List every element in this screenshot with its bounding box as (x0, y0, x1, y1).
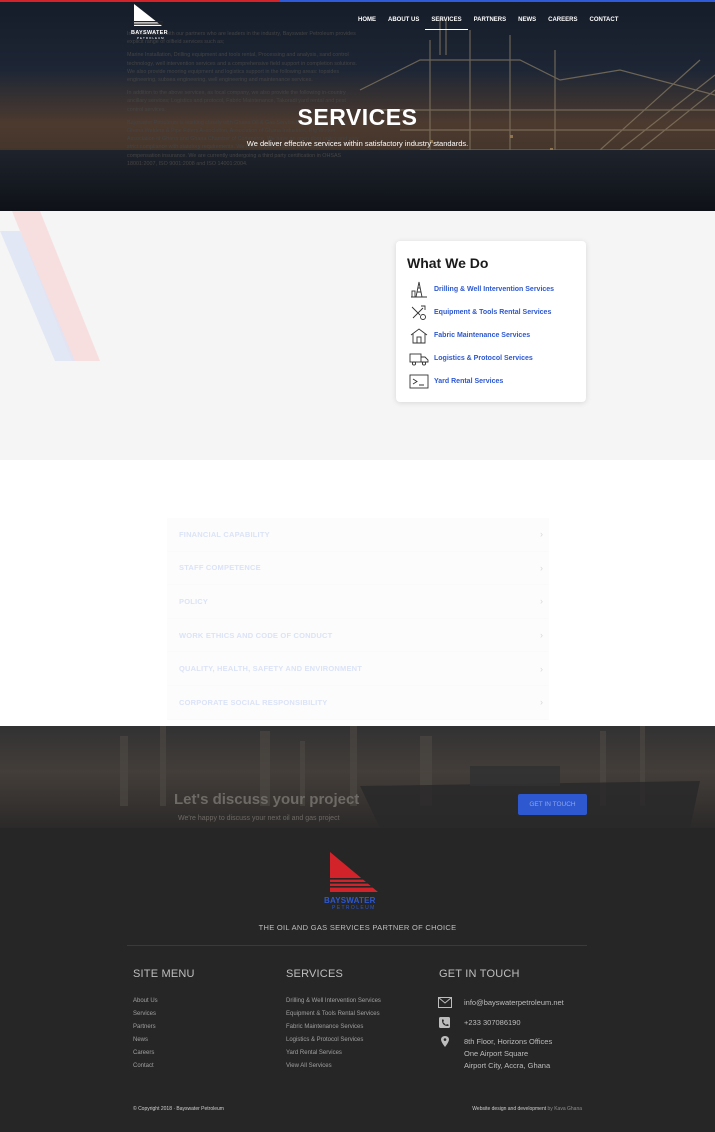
footer-logo[interactable]: BAYSWATER PETROLEUM (324, 852, 382, 912)
intro-paragraph: Marine Installation, Drilling equipment … (127, 52, 358, 84)
logo-subtitle: PETROLEUM (137, 36, 165, 40)
main-navigation: HOME ABOUT US SERVICES PARTNERS NEWS CAR… (352, 15, 624, 30)
accordion-item-financial[interactable]: FINANCIAL CAPABILITY › (167, 518, 549, 552)
sail-logo-icon (328, 852, 380, 892)
page-subtitle: We deliver effective services within sat… (246, 139, 469, 148)
nav-contact[interactable]: CONTACT (583, 15, 624, 30)
values-accordion: FINANCIAL CAPABILITY › STAFF COMPETENCE … (167, 518, 549, 720)
service-link-yard[interactable]: Yard Rental Services (409, 370, 554, 393)
what-we-do-title: What We Do (407, 255, 489, 271)
page-title: SERVICES (297, 104, 418, 130)
copyright-text: © Copyright 2018 · Bayswater Petroleum (133, 1106, 224, 1112)
service-link-equipment[interactable]: Equipment & Tools Rental Services (409, 301, 554, 324)
chevron-right-icon: › (540, 630, 543, 641)
yard-icon (409, 374, 429, 389)
nav-about-us[interactable]: ABOUT US (382, 15, 425, 30)
house-icon (410, 328, 428, 344)
footer-link-news[interactable]: News (133, 1037, 148, 1043)
drilling-rig-icon (411, 281, 427, 298)
map-pin-icon (441, 1036, 449, 1047)
accordion-item-qhse[interactable]: QUALITY, HEALTH, SAFETY AND ENVIRONMENT … (167, 652, 549, 686)
accordion-item-csr[interactable]: CORPORATE SOCIAL RESPONSIBILITY › (167, 685, 549, 720)
footer-service-link[interactable]: Yard Rental Services (286, 1050, 342, 1056)
accordion-item-staff[interactable]: STAFF COMPETENCE › (167, 551, 549, 586)
intro-text: In collaboration with our partners who a… (127, 30, 359, 173)
site-logo[interactable]: BAYSWATER PETROLEUM (131, 4, 168, 40)
footer-service-link[interactable]: Drilling & Well Intervention Services (286, 998, 381, 1004)
chevron-right-icon: › (540, 663, 543, 674)
cta-title: Let's discuss your project (174, 791, 360, 808)
design-credit: Website design and development by Kava G… (472, 1106, 582, 1112)
decorative-stripes (0, 211, 100, 361)
contact-phone[interactable]: +233 307086190 (438, 1017, 521, 1029)
nav-home[interactable]: HOME (352, 15, 382, 30)
services-heading: SERVICES (286, 968, 344, 980)
footer-service-link[interactable]: Fabric Maintenance Services (286, 1024, 363, 1030)
contact-email[interactable]: info@bayswaterpetroleum.net (438, 997, 564, 1009)
accordion-item-ethics[interactable]: WORK ETHICS AND CODE OF CONDUCT › (167, 618, 549, 653)
chevron-right-icon: › (540, 529, 543, 540)
footer-divider (127, 945, 587, 946)
top-color-strip (0, 0, 715, 2)
what-we-do-card: What We Do Drilling & Well Intervention … (396, 241, 586, 402)
intro-section (0, 211, 715, 460)
cta-banner: Let's discuss your project We're happy t… (0, 726, 715, 828)
nav-careers[interactable]: CAREERS (542, 15, 583, 30)
service-link-drilling[interactable]: Drilling & Well Intervention Services (409, 278, 554, 301)
footer-link-about[interactable]: About Us (133, 998, 158, 1004)
accordion-item-policy[interactable]: POLICY › (167, 585, 549, 619)
footer-service-link[interactable]: Logistics & Protocol Services (286, 1037, 363, 1043)
footer-link-partners[interactable]: Partners (133, 1024, 156, 1030)
footer-tagline: THE OIL AND GAS SERVICES PARTNER OF CHOI… (258, 923, 457, 932)
envelope-icon (438, 997, 452, 1008)
nav-news[interactable]: NEWS (512, 15, 542, 30)
get-in-touch-button[interactable]: GET IN TOUCH (518, 794, 587, 815)
chevron-right-icon: › (540, 562, 543, 573)
service-link-fabric[interactable]: Fabric Maintenance Services (409, 324, 554, 347)
footer-link-contact[interactable]: Contact (133, 1063, 154, 1069)
chevron-right-icon: › (540, 596, 543, 607)
footer-logo-wordmark: BAYSWATER (324, 896, 376, 905)
what-we-do-list: Drilling & Well Intervention Services Eq… (409, 278, 554, 393)
footer-logo-subtitle: PETROLEUM (332, 905, 376, 911)
service-link-logistics[interactable]: Logistics & Protocol Services (409, 347, 554, 370)
footer-link-services[interactable]: Services (133, 1011, 156, 1017)
chevron-right-icon: › (540, 697, 543, 708)
cta-subtitle: We're happy to discuss your next oil and… (178, 815, 340, 822)
footer-service-link[interactable]: Equipment & Tools Rental Services (286, 1011, 380, 1017)
get-in-touch-heading: GET IN TOUCH (439, 968, 520, 980)
truck-icon (409, 353, 429, 366)
contact-address: 8th Floor, Horizons Offices One Airport … (438, 1036, 552, 1072)
footer-view-all-services[interactable]: View All Services (286, 1063, 332, 1069)
nav-services[interactable]: SERVICES (425, 15, 468, 30)
footer-link-careers[interactable]: Careers (133, 1050, 154, 1056)
site-menu-heading: SITE MENU (133, 968, 195, 980)
nav-partners[interactable]: PARTNERS (468, 15, 513, 30)
tools-icon (411, 305, 426, 320)
designer-link[interactable]: by Kava Ghana (548, 1106, 582, 1112)
phone-icon (439, 1017, 450, 1028)
sail-logo-icon (133, 4, 163, 26)
